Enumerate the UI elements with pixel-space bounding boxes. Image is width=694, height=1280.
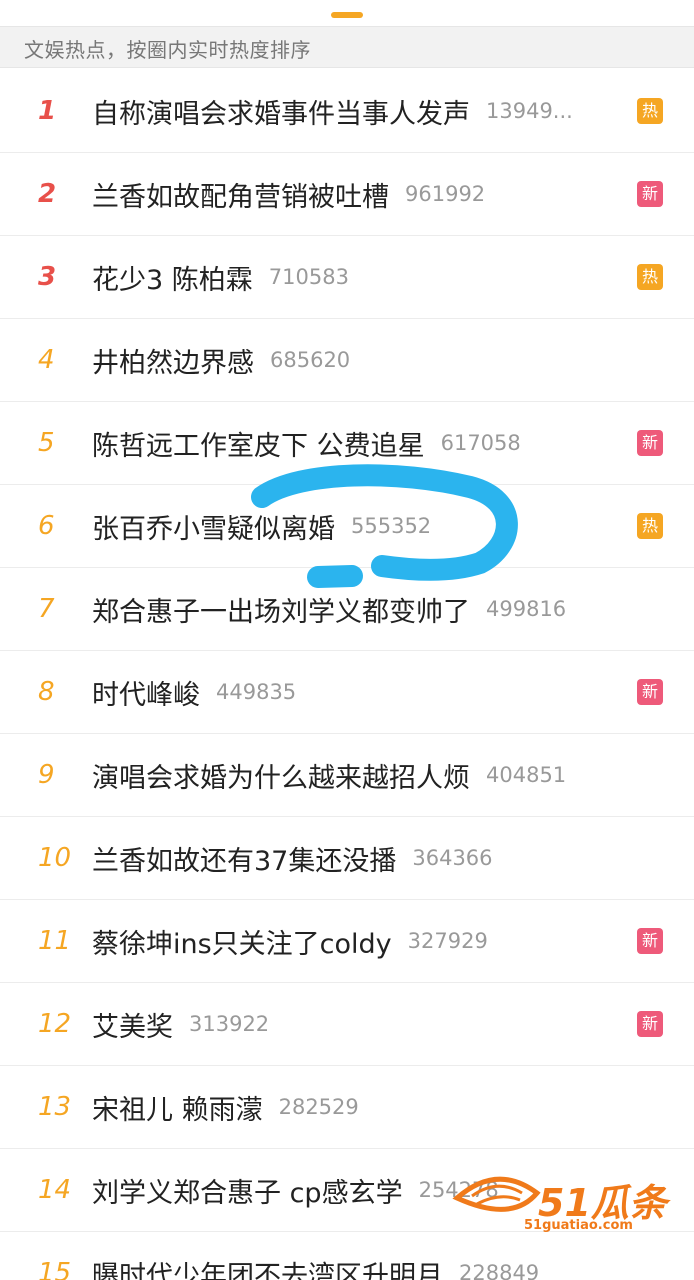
topic-title[interactable]: 花少3 陈柏霖 [92,258,253,297]
hot-badge: 热 [637,98,663,124]
topic-title[interactable]: 宋祖儿 赖雨濛 [92,1088,263,1127]
rank-number: 10 [38,843,72,873]
hot-topic-list: 1 自称演唱会求婚事件当事人发声 13949... 热 2 兰香如故配角营销被吐槽 9619… [0,70,694,1280]
topic-title[interactable]: 刘学义郑合惠子 cp感玄学 [92,1171,403,1210]
hot-topic-row[interactable]: 6 张百乔小雪疑似离婚 555352 热 [0,485,694,568]
hot-topic-row[interactable]: 12 艾美奖 313922 新 [0,983,694,1066]
rank-number: 6 [38,511,55,541]
rank-number: 4 [38,345,55,375]
rank-number: 3 [38,262,57,292]
rank-number: 9 [38,760,55,790]
rank-number: 1 [38,96,57,126]
topic-title[interactable]: 陈哲远工作室皮下 公费追星 [92,424,425,463]
hot-topic-row[interactable]: 3 花少3 陈柏霖 710583 热 [0,236,694,319]
heat-count: 685620 [270,348,351,372]
list-subheader: 文娱热点，按圈内实时热度排序 [0,26,694,68]
heat-count: 13949... [486,99,573,123]
heat-count: 961992 [405,182,486,206]
subheader-text: 文娱热点，按圈内实时热度排序 [24,38,311,62]
heat-count: 364366 [412,846,493,870]
heat-count: 228849 [459,1261,540,1280]
topic-title[interactable]: 时代峰峻 [92,673,200,712]
hot-topic-row[interactable]: 7 郑合惠子一出场刘学义都变帅了 499816 [0,568,694,651]
hot-topic-row[interactable]: 9 演唱会求婚为什么越来越招人烦 404851 [0,734,694,817]
heat-count: 555352 [351,514,432,538]
rank-number: 14 [38,1175,72,1205]
heat-count: 449835 [216,680,297,704]
topic-title[interactable]: 蔡徐坤ins只关注了coldy [92,922,392,961]
topic-title[interactable]: 艾美奖 [92,1005,173,1044]
topic-title[interactable]: 井柏然边界感 [92,341,254,380]
topic-title[interactable]: 自称演唱会求婚事件当事人发声 [92,92,470,131]
topic-title[interactable]: 张百乔小雪疑似离婚 [92,507,335,546]
heat-count: 282529 [278,1095,359,1119]
hot-topic-row[interactable]: 2 兰香如故配角营销被吐槽 961992 新 [0,153,694,236]
hot-badge: 热 [637,513,663,539]
hot-topic-row[interactable]: 10 兰香如故还有37集还没播 364366 [0,817,694,900]
heat-count: 327929 [407,929,488,953]
rank-number: 5 [38,428,55,458]
hot-topic-row[interactable]: 5 陈哲远工作室皮下 公费追星 617058 新 [0,402,694,485]
topic-title[interactable]: 演唱会求婚为什么越来越招人烦 [92,756,470,795]
new-badge: 新 [637,181,663,207]
rank-number: 7 [38,594,55,624]
rank-number: 11 [38,926,72,956]
hot-topic-row[interactable]: 4 井柏然边界感 685620 [0,319,694,402]
hot-badge: 热 [637,264,663,290]
hot-topic-row[interactable]: 1 自称演唱会求婚事件当事人发声 13949... 热 [0,70,694,153]
heat-count: 710583 [268,265,349,289]
rank-number: 2 [38,179,57,209]
topic-title[interactable]: 郑合惠子一出场刘学义都变帅了 [92,590,470,629]
topic-title[interactable]: 曝时代少年团不去湾区升明月 [92,1254,443,1280]
hot-topic-row[interactable]: 11 蔡徐坤ins只关注了coldy 327929 新 [0,900,694,983]
hot-list-page: 文娱热点，按圈内实时热度排序 1 自称演唱会求婚事件当事人发声 13949... 热 2… [0,0,694,1280]
rank-number: 15 [38,1258,72,1280]
watermark-url: 51guatiao.com [524,1218,633,1233]
heat-count: 499816 [486,597,567,621]
rank-number: 13 [38,1092,72,1122]
hot-topic-row[interactable]: 8 时代峰峻 449835 新 [0,651,694,734]
heat-count: 404851 [486,763,567,787]
tab-indicator [331,12,363,18]
new-badge: 新 [637,1011,663,1037]
site-watermark-logo: 51瓜条 51guatiao.com [452,1168,672,1240]
topic-title[interactable]: 兰香如故配角营销被吐槽 [92,175,389,214]
heat-count: 617058 [440,431,521,455]
heat-count: 313922 [189,1012,270,1036]
rank-number: 8 [38,677,55,707]
new-badge: 新 [637,679,663,705]
topic-title[interactable]: 兰香如故还有37集还没播 [92,839,396,878]
rank-number: 12 [38,1009,72,1039]
new-badge: 新 [637,928,663,954]
new-badge: 新 [637,430,663,456]
hot-topic-row[interactable]: 13 宋祖儿 赖雨濛 282529 [0,1066,694,1149]
